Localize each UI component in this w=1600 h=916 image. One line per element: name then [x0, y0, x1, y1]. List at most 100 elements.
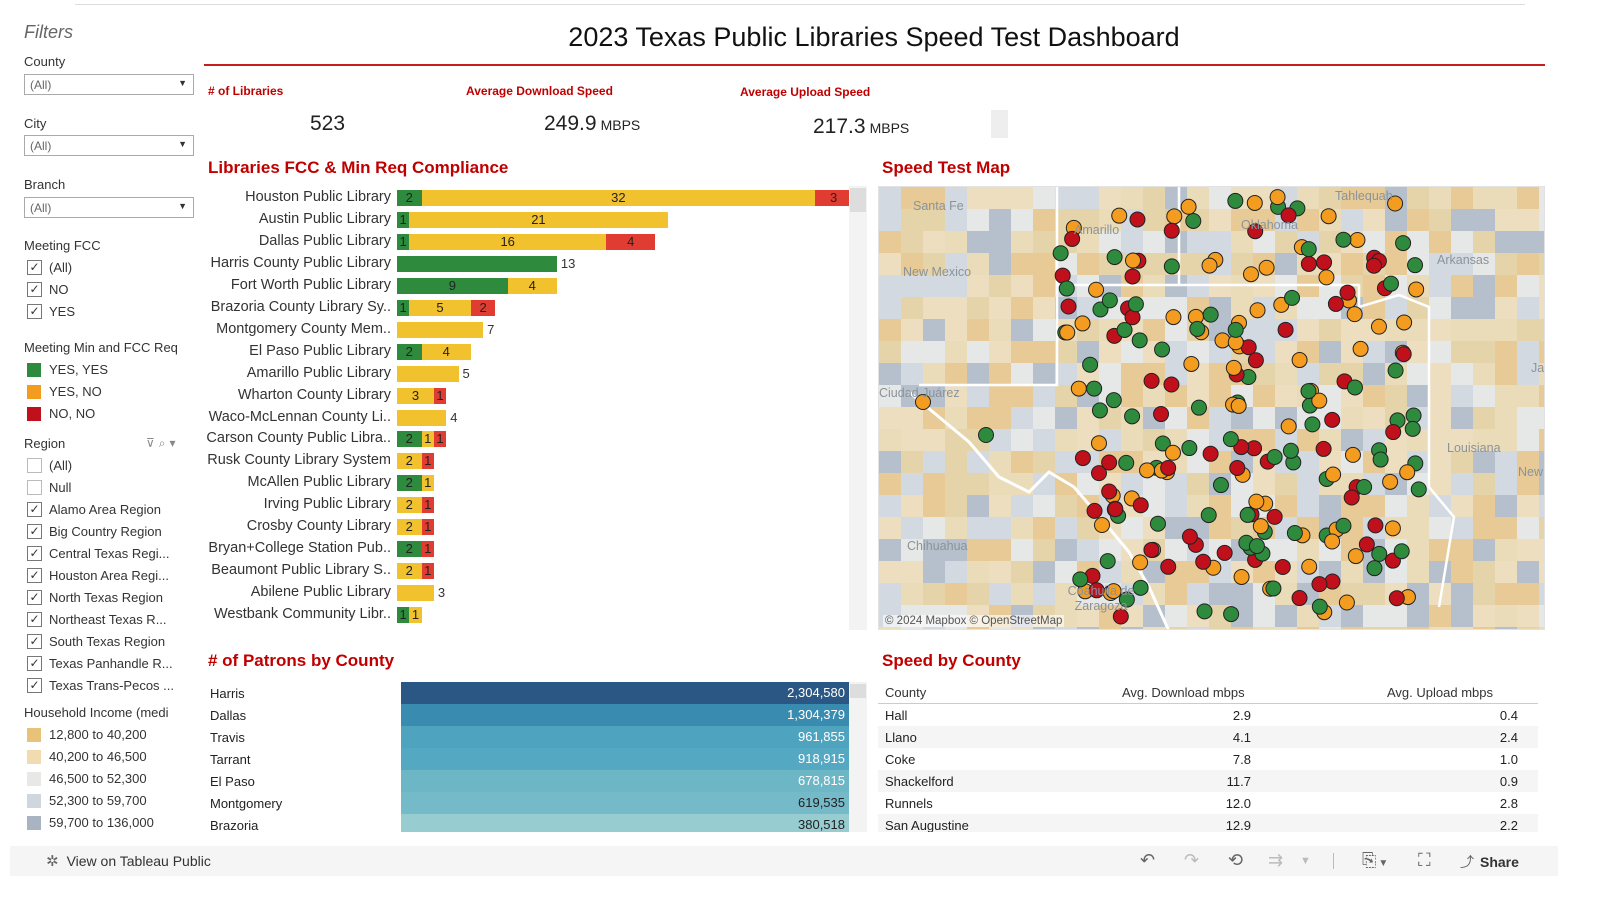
- library-marker[interactable]: [1216, 544, 1233, 561]
- legend-item-yes-no[interactable]: YES, NO: [27, 383, 102, 401]
- bar-segment-green[interactable]: 9: [397, 277, 508, 294]
- checkbox-unchecked-icon[interactable]: [27, 480, 42, 496]
- download-icon[interactable]: ⎘ ▼: [1362, 850, 1388, 871]
- bar-segment-yellow[interactable]: 4: [507, 277, 557, 294]
- table-row[interactable]: Brazoria 380,518: [204, 814, 849, 832]
- speed-by-county-table[interactable]: County Avg. Download mbps Avg. Upload mb…: [878, 682, 1545, 832]
- table-row[interactable]: Runnels 12.0 2.8: [878, 792, 1538, 814]
- library-marker[interactable]: [1181, 440, 1198, 457]
- bar-segment-yellow[interactable]: 1: [421, 475, 434, 492]
- table-row[interactable]: El Paso 678,815: [204, 770, 849, 792]
- library-marker[interactable]: [1143, 372, 1160, 389]
- column-header-upload[interactable]: Avg. Upload mbps: [1387, 685, 1493, 700]
- bar-row[interactable]: Houston Public Library 2 32 3: [200, 187, 850, 209]
- bar-segment-red[interactable]: 1: [421, 563, 434, 580]
- bar-row[interactable]: Amarillo Public Library 5: [200, 363, 850, 385]
- library-marker[interactable]: [1325, 466, 1342, 483]
- table-row[interactable]: Tarrant 918,915: [204, 748, 849, 770]
- bar-segment-red[interactable]: 1: [421, 453, 434, 470]
- table-row[interactable]: Harris 2,304,580: [204, 682, 849, 704]
- library-marker[interactable]: [1233, 568, 1250, 585]
- checkbox-checked-icon[interactable]: ✓: [27, 656, 42, 672]
- library-marker[interactable]: [1300, 383, 1317, 400]
- bar-segment-yellow[interactable]: [397, 321, 484, 338]
- income-legend-item[interactable]: 12,800 to 40,200: [27, 726, 147, 744]
- income-legend-item[interactable]: 40,200 to 46,500: [27, 748, 147, 766]
- patrons-table[interactable]: Harris 2,304,580 Dallas 1,304,379 Travis 961,…: [204, 682, 849, 832]
- checkbox-checked-icon[interactable]: ✓: [27, 502, 42, 518]
- library-marker[interactable]: [1404, 420, 1421, 437]
- bar-segment-green[interactable]: 1: [397, 211, 410, 228]
- library-marker[interactable]: [1230, 397, 1247, 414]
- library-marker[interactable]: [1091, 402, 1108, 419]
- library-marker[interactable]: [1344, 446, 1361, 463]
- library-marker[interactable]: [1247, 352, 1264, 369]
- library-marker[interactable]: [1315, 440, 1332, 457]
- library-marker[interactable]: [1327, 295, 1344, 312]
- library-marker[interactable]: [1189, 320, 1206, 337]
- library-marker[interactable]: [1099, 553, 1116, 570]
- map-credit[interactable]: © 2024 Mapbox © OpenStreetMap: [883, 615, 1065, 627]
- library-marker[interactable]: [1352, 340, 1369, 357]
- bar-row[interactable]: El Paso Public Library 2 4: [200, 341, 850, 363]
- library-marker[interactable]: [1300, 241, 1317, 258]
- library-marker[interactable]: [1371, 545, 1388, 562]
- bar-segment-yellow[interactable]: 2: [397, 453, 422, 470]
- library-marker[interactable]: [1252, 518, 1269, 535]
- county-dropdown[interactable]: (All) ▼: [24, 74, 194, 95]
- library-marker[interactable]: [1229, 459, 1246, 476]
- library-marker[interactable]: [1086, 502, 1103, 519]
- bar-segment-yellow[interactable]: [397, 585, 434, 602]
- library-marker[interactable]: [1101, 454, 1118, 471]
- checkbox-checked-icon[interactable]: ✓: [27, 634, 42, 650]
- library-marker[interactable]: [1129, 211, 1146, 228]
- scrollbar-thumb[interactable]: [850, 188, 866, 212]
- library-marker[interactable]: [1181, 528, 1198, 545]
- library-marker[interactable]: [1320, 208, 1337, 225]
- library-marker[interactable]: [1311, 576, 1328, 593]
- library-marker[interactable]: [1324, 411, 1341, 428]
- library-marker[interactable]: [1074, 315, 1091, 332]
- checkbox-checked-icon[interactable]: ✓: [27, 678, 42, 694]
- checkbox-checked-icon[interactable]: ✓: [27, 546, 42, 562]
- library-marker[interactable]: [1385, 424, 1402, 441]
- bar-row[interactable]: Fort Worth Public Library 9 4: [200, 275, 850, 297]
- library-marker[interactable]: [1324, 573, 1341, 590]
- bar-segment-green[interactable]: [397, 255, 557, 272]
- column-header-download[interactable]: Avg. Download mbps: [1122, 685, 1245, 700]
- compliance-bar-chart[interactable]: Houston Public Library 2 32 3 Austin Public …: [200, 186, 850, 630]
- library-marker[interactable]: [1248, 538, 1265, 555]
- bar-segment-green[interactable]: 2: [397, 475, 422, 492]
- library-marker[interactable]: [1093, 517, 1110, 534]
- refresh-icon[interactable]: ⇉: [1268, 850, 1283, 871]
- bar-row[interactable]: Crosby County Library 2 1: [200, 516, 850, 538]
- library-marker[interactable]: [1060, 298, 1077, 315]
- library-marker[interactable]: [1349, 231, 1366, 248]
- chevron-down-icon[interactable]: ▾: [170, 436, 180, 450]
- library-marker[interactable]: [1258, 259, 1275, 276]
- bar-row[interactable]: Rusk County Library System 2 1: [200, 450, 850, 472]
- library-marker[interactable]: [1300, 255, 1317, 272]
- library-marker[interactable]: [1190, 399, 1207, 416]
- bar-row[interactable]: Brazoria County Library Sy.. 1 5 2: [200, 297, 850, 319]
- library-marker[interactable]: [1324, 533, 1341, 550]
- library-marker[interactable]: [1372, 451, 1389, 468]
- library-marker[interactable]: [1154, 341, 1171, 358]
- checkbox-checked-icon[interactable]: ✓: [27, 260, 42, 276]
- library-marker[interactable]: [1202, 445, 1219, 462]
- library-marker[interactable]: [1088, 281, 1105, 298]
- search-icon[interactable]: ⌕: [159, 436, 170, 450]
- region-option[interactable]: (All): [27, 457, 72, 475]
- library-marker[interactable]: [1388, 590, 1405, 607]
- library-marker[interactable]: [1393, 543, 1410, 560]
- library-marker[interactable]: [1249, 302, 1266, 319]
- library-marker[interactable]: [1346, 306, 1363, 323]
- bar-segment-yellow[interactable]: 16: [409, 233, 607, 250]
- library-marker[interactable]: [1082, 356, 1099, 373]
- library-marker[interactable]: [1132, 554, 1149, 571]
- bar-segment-yellow[interactable]: [397, 365, 459, 382]
- library-marker[interactable]: [1111, 207, 1128, 224]
- library-marker[interactable]: [1139, 462, 1156, 479]
- bar-segment-yellow[interactable]: 2: [397, 497, 422, 514]
- column-header-county[interactable]: County: [885, 685, 926, 700]
